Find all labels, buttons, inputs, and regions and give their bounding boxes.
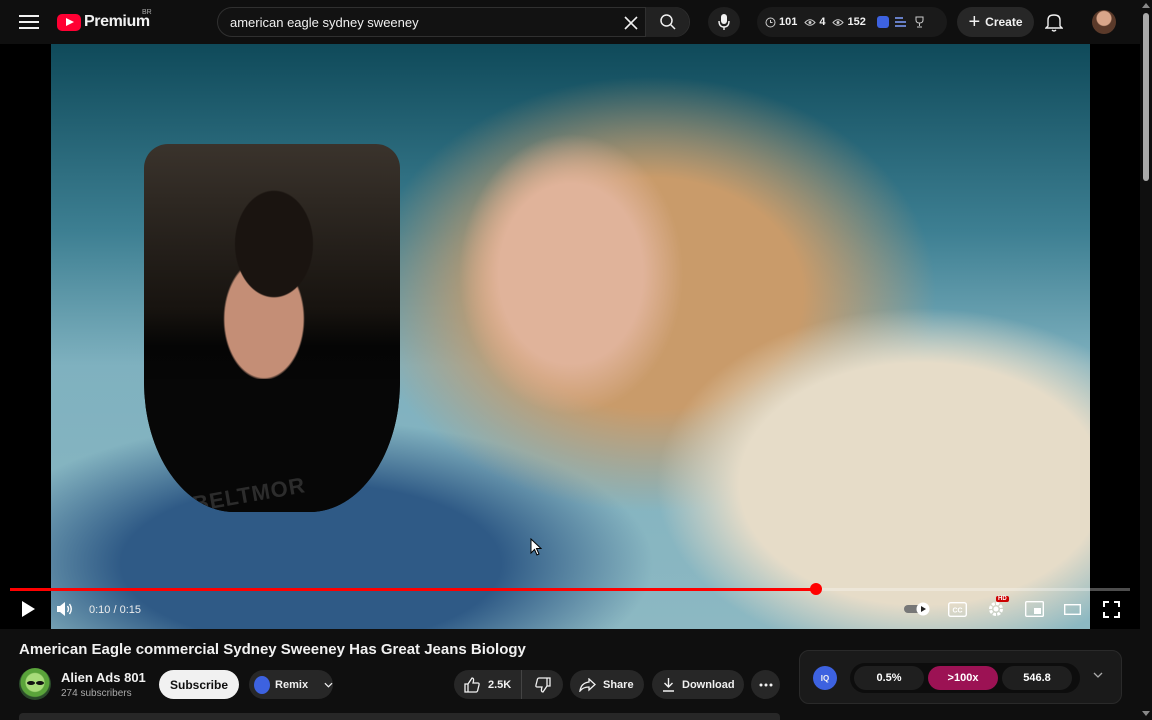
share-label: Share xyxy=(603,678,634,691)
channel-avatar[interactable] xyxy=(19,668,51,700)
views-count-a: 4 xyxy=(819,16,826,28)
page-scrollbar[interactable] xyxy=(1140,0,1152,720)
volume-icon[interactable] xyxy=(56,600,74,618)
channel-name[interactable]: Alien Ads 801 xyxy=(61,670,146,685)
description-box-edge[interactable] xyxy=(19,713,780,720)
eye-icon xyxy=(832,18,845,26)
remix-button[interactable]: Remix xyxy=(249,670,333,699)
views-stat-b: 152 xyxy=(832,16,866,28)
more-actions-button[interactable] xyxy=(751,670,780,699)
theater-mode-icon[interactable] xyxy=(1064,604,1081,615)
create-label: Create xyxy=(985,15,1023,29)
reaction-overlay: BELTMOR xyxy=(144,144,400,512)
iq-metric-engagement[interactable]: 0.5% xyxy=(854,666,924,690)
captions-icon[interactable]: CC xyxy=(948,602,967,617)
country-code: BR xyxy=(142,9,152,16)
autoplay-toggle-icon[interactable] xyxy=(903,602,931,616)
like-count: 2.5K xyxy=(488,678,512,691)
menu-icon[interactable] xyxy=(17,12,41,32)
remix-label: Remix xyxy=(275,678,309,691)
iq-metric-outlier[interactable]: >100x xyxy=(928,666,998,690)
iq-extension-icon[interactable] xyxy=(876,16,889,28)
download-button[interactable]: Download xyxy=(652,670,744,699)
hd-badge: HD xyxy=(996,596,1009,602)
trophy-icon[interactable] xyxy=(914,16,925,28)
svg-text:CC: CC xyxy=(952,608,962,615)
alien-eye-right xyxy=(36,681,44,685)
iq-metrics-row: 0.5% >100x 546.8 xyxy=(850,663,1080,693)
alien-eye-left xyxy=(27,681,35,685)
search-box xyxy=(217,7,690,37)
notifications-bell-icon[interactable] xyxy=(1045,12,1063,32)
extension-stats-bar[interactable]: 101 4 152 xyxy=(757,7,947,37)
download-label: Download xyxy=(682,678,735,691)
watch-count: 101 xyxy=(779,16,798,28)
more-horizontal-icon xyxy=(759,683,772,686)
thumbs-up-icon xyxy=(464,676,480,693)
like-button[interactable]: 2.5K xyxy=(454,670,522,699)
eye-icon xyxy=(804,18,817,26)
search-button[interactable] xyxy=(645,7,689,37)
clock-icon xyxy=(765,17,776,27)
iq-metrics-panel: IQ 0.5% >100x 546.8 xyxy=(799,650,1122,704)
youtube-premium-logo[interactable]: Premium xyxy=(57,12,150,32)
chevron-down-icon xyxy=(324,682,333,688)
watch-time-stat: 101 xyxy=(765,16,797,28)
views-count-b: 152 xyxy=(847,16,866,28)
plus-icon: + xyxy=(968,11,981,33)
iq-icon xyxy=(254,675,271,694)
settings-button[interactable]: HD xyxy=(987,596,1009,623)
views-stat-a: 4 xyxy=(804,16,825,28)
progress-played xyxy=(10,588,817,591)
account-avatar[interactable] xyxy=(1092,10,1116,34)
search-icon xyxy=(659,14,676,30)
logo-text: Premium xyxy=(84,13,150,30)
list-icon[interactable] xyxy=(894,17,906,27)
player-controls: 0:10 / 0:15 CC HD xyxy=(0,596,1140,629)
search-input[interactable] xyxy=(230,8,620,36)
miniplayer-icon[interactable] xyxy=(1025,601,1044,617)
time-display: 0:10 / 0:15 xyxy=(89,604,141,616)
download-icon xyxy=(663,678,674,692)
mouse-cursor-icon xyxy=(530,538,542,556)
scroll-thumb[interactable] xyxy=(1143,13,1149,181)
iq-logo[interactable]: IQ xyxy=(813,666,837,690)
video-frame[interactable]: BELTMOR xyxy=(51,44,1090,629)
youtube-play-icon xyxy=(57,13,81,31)
create-button[interactable]: + Create xyxy=(957,7,1034,37)
iq-metric-score[interactable]: 546.8 xyxy=(1002,666,1072,690)
dislike-button[interactable] xyxy=(522,670,563,699)
clear-search-icon[interactable] xyxy=(622,14,640,32)
like-dislike-group: 2.5K xyxy=(454,670,563,699)
video-player[interactable]: BELTMOR 0:10 / 0:15 CC HD xyxy=(0,44,1140,629)
progress-bar[interactable] xyxy=(10,583,1130,595)
video-title: American Eagle commercial Sydney Sweeney… xyxy=(19,641,526,658)
subscribe-button[interactable]: Subscribe xyxy=(159,670,239,699)
scroll-up-arrow-icon[interactable] xyxy=(1142,3,1150,8)
fullscreen-icon[interactable] xyxy=(1103,601,1120,618)
microphone-icon xyxy=(718,14,730,30)
voice-search-button[interactable] xyxy=(708,7,740,37)
share-icon xyxy=(579,677,596,692)
share-button[interactable]: Share xyxy=(570,670,644,699)
gear-icon xyxy=(989,602,1003,616)
play-icon[interactable] xyxy=(20,600,36,618)
subscriber-count: 274 subscribers xyxy=(61,688,132,699)
top-bar: Premium BR 101 4 152 + Create xyxy=(0,0,1140,44)
scroll-down-arrow-icon[interactable] xyxy=(1142,711,1150,716)
chevron-down-icon[interactable] xyxy=(1093,672,1103,678)
thumbs-down-icon xyxy=(534,676,551,693)
